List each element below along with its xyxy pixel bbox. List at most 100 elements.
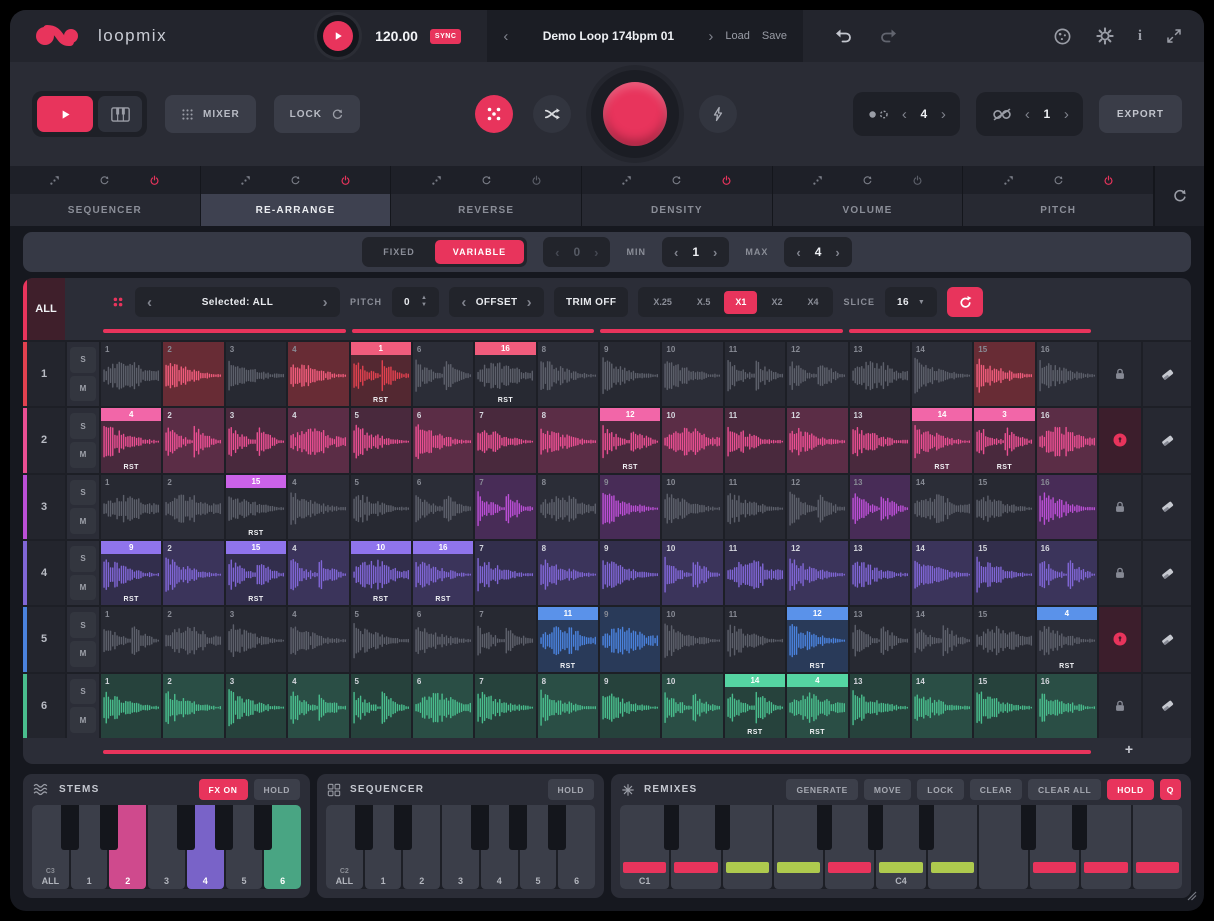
- slice-3-14[interactable]: 14: [912, 475, 972, 539]
- slice-3-9[interactable]: 9: [600, 475, 660, 539]
- slice-6-10[interactable]: 10: [662, 674, 722, 738]
- slice-1-3[interactable]: 3: [226, 342, 286, 406]
- fixed-option[interactable]: FIXED: [365, 240, 433, 264]
- slice-6-14[interactable]: 14: [912, 674, 972, 738]
- slice-2-9[interactable]: 12RST: [600, 408, 660, 472]
- variable-option[interactable]: VARIABLE: [435, 240, 524, 264]
- stems-black-key[interactable]: [100, 805, 118, 850]
- slice-3-11[interactable]: 11: [725, 475, 785, 539]
- row-lock-button[interactable]: [1099, 607, 1141, 671]
- remix-key-n7[interactable]: [928, 805, 977, 889]
- remix-black-key[interactable]: [1021, 805, 1036, 850]
- slice-6-8[interactable]: 8: [538, 674, 598, 738]
- row-select-2[interactable]: 2: [23, 408, 65, 472]
- lane-refresh-icon[interactable]: [290, 175, 301, 186]
- randomize-selection-icon[interactable]: [111, 295, 125, 309]
- remix-generate-button[interactable]: GENERATE: [786, 779, 857, 800]
- row-erase-button[interactable]: [1143, 342, 1191, 406]
- row-lock-button[interactable]: [1099, 674, 1141, 738]
- remix-black-key[interactable]: [817, 805, 832, 850]
- slice-4-12[interactable]: 12: [787, 541, 847, 605]
- slice-3-5[interactable]: 5: [351, 475, 411, 539]
- loop-next-icon[interactable]: ›: [1064, 107, 1069, 122]
- multiplier-x1[interactable]: X1: [724, 291, 757, 314]
- preset-prev-icon[interactable]: ‹: [503, 29, 508, 44]
- main-remix-pad[interactable]: [591, 70, 679, 158]
- slice-1-8[interactable]: 8: [538, 342, 598, 406]
- trim-toggle[interactable]: TRIM OFF: [554, 287, 628, 317]
- sequencer-black-key[interactable]: [509, 805, 527, 850]
- row-select-4[interactable]: 4: [23, 541, 65, 605]
- remix-clear-all-button[interactable]: CLEAR ALL: [1028, 779, 1101, 800]
- keys-view-button[interactable]: [98, 96, 142, 132]
- selected-next-icon[interactable]: ›: [323, 295, 328, 310]
- slice-4-2[interactable]: 2: [163, 541, 223, 605]
- slice-4-10[interactable]: 10: [662, 541, 722, 605]
- rotate-slices-button[interactable]: [947, 287, 983, 317]
- pitch-spinner-icon[interactable]: ▲▼: [421, 295, 427, 310]
- mute-button[interactable]: M: [70, 508, 96, 534]
- slice-1-9[interactable]: 9: [600, 342, 660, 406]
- slice-4-9[interactable]: 9: [600, 541, 660, 605]
- info-icon[interactable]: i: [1138, 29, 1142, 44]
- stems-black-key[interactable]: [177, 805, 195, 850]
- remix-key-n3[interactable]: [723, 805, 772, 889]
- remix-key-n4[interactable]: [774, 805, 823, 889]
- lane-refresh-icon[interactable]: [1053, 175, 1064, 186]
- multiplier-x2[interactable]: X2: [760, 291, 793, 314]
- solo-button[interactable]: S: [70, 612, 96, 638]
- slice-5-4[interactable]: 4: [288, 607, 348, 671]
- slice-4-6[interactable]: 16RST: [413, 541, 473, 605]
- slice-3-1[interactable]: 1: [101, 475, 161, 539]
- min-next-icon[interactable]: ›: [713, 246, 717, 259]
- stems-black-key[interactable]: [61, 805, 79, 850]
- loop-view-button[interactable]: [37, 96, 93, 132]
- mute-button[interactable]: M: [70, 575, 96, 601]
- remix-clear-button[interactable]: CLEAR: [970, 779, 1022, 800]
- slice-2-3[interactable]: 3: [226, 408, 286, 472]
- slice-2-16[interactable]: 16: [1037, 408, 1097, 472]
- slice-5-6[interactable]: 6: [413, 607, 473, 671]
- slice-1-2[interactable]: 2: [163, 342, 223, 406]
- slice-3-4[interactable]: 4: [288, 475, 348, 539]
- lane-refresh-icon[interactable]: [481, 175, 492, 186]
- slice-4-3[interactable]: 15RST: [226, 541, 286, 605]
- tab-volume[interactable]: VOLUME: [773, 194, 964, 226]
- stems-black-key[interactable]: [215, 805, 233, 850]
- slice-6-13[interactable]: 13: [850, 674, 910, 738]
- slice-3-16[interactable]: 16: [1037, 475, 1097, 539]
- slice-3-10[interactable]: 10: [662, 475, 722, 539]
- slice-5-13[interactable]: 13: [850, 607, 910, 671]
- transport-play-button[interactable]: [317, 15, 359, 57]
- remix-black-key[interactable]: [868, 805, 883, 850]
- offset-next-icon[interactable]: ›: [527, 295, 532, 310]
- slice-1-10[interactable]: 10: [662, 342, 722, 406]
- pitch-stepper[interactable]: 0 ▲▼: [392, 287, 439, 317]
- row-lock-button[interactable]: [1099, 541, 1141, 605]
- tab-re-arrange[interactable]: RE-ARRANGE: [201, 194, 392, 226]
- redo-button[interactable]: [879, 28, 897, 44]
- load-button[interactable]: Load: [725, 30, 749, 42]
- slice-3-8[interactable]: 8: [538, 475, 598, 539]
- slice-5-11[interactable]: 11: [725, 607, 785, 671]
- lane-power-icon[interactable]: [340, 175, 351, 186]
- select-all-rows-button[interactable]: ALL: [23, 278, 65, 340]
- solo-button[interactable]: S: [70, 546, 96, 572]
- stems-hold-button[interactable]: HOLD: [254, 779, 300, 800]
- slice-1-7[interactable]: 16RST: [475, 342, 535, 406]
- lane-refresh-icon[interactable]: [862, 175, 873, 186]
- slice-1-15[interactable]: 15: [974, 342, 1034, 406]
- lane-power-icon[interactable]: [149, 175, 160, 186]
- row-erase-button[interactable]: [1143, 607, 1191, 671]
- slice-2-1[interactable]: 4RST: [101, 408, 161, 472]
- row-lock-button[interactable]: [1099, 475, 1141, 539]
- remix-key-C1[interactable]: C1: [620, 805, 669, 889]
- row-lock-button[interactable]: [1099, 342, 1141, 406]
- slice-1-14[interactable]: 14: [912, 342, 972, 406]
- solo-button[interactable]: S: [70, 480, 96, 506]
- lane-random-icon[interactable]: [49, 175, 60, 186]
- slice-1-16[interactable]: 16: [1037, 342, 1097, 406]
- lane-random-icon[interactable]: [812, 175, 823, 186]
- tab-sequencer[interactable]: SEQUENCER: [10, 194, 201, 226]
- remix-black-key[interactable]: [664, 805, 679, 850]
